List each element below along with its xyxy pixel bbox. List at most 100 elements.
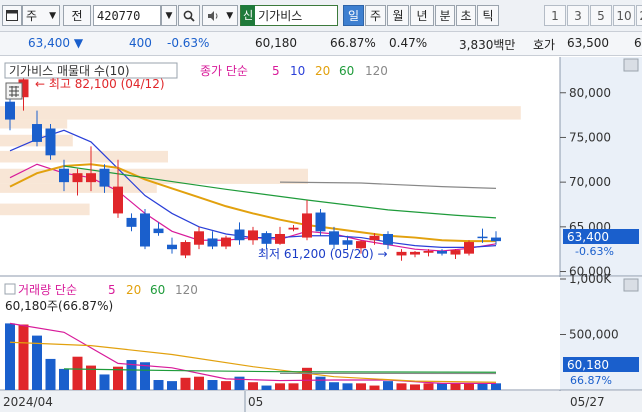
volume-panel-checkbox[interactable]	[5, 284, 15, 294]
period-button[interactable]: 분	[435, 5, 455, 26]
volume-ratio: 66.87%	[330, 36, 376, 50]
volume-bar	[437, 383, 447, 390]
panel-menu-button[interactable]	[624, 59, 638, 71]
price-change: 400	[129, 36, 152, 50]
volume-ma-legend-item: 20	[126, 283, 141, 297]
code-prefix-button[interactable]: 전	[63, 5, 91, 26]
period-button[interactable]: 일	[343, 5, 364, 26]
last-price-label: 63,400	[567, 230, 609, 244]
volume-bar	[154, 380, 164, 390]
volume-bar	[302, 368, 312, 390]
quote-info-bar: 63,400 ▼ 400 -0.63% 60,180 66.87% 0.47% …	[0, 32, 642, 56]
last-change-label: -0.63%	[575, 245, 614, 258]
quote-label: 호가	[533, 36, 555, 53]
volume-bar	[5, 323, 15, 390]
ma-title: 종가 단순	[200, 64, 248, 78]
y-tick-label: 70,000	[569, 175, 611, 189]
last-volume-label: 60,180	[567, 358, 609, 372]
candle	[46, 124, 56, 160]
volume-info: 60,180주(66.87%)	[5, 299, 113, 313]
toolbar: 주 ▼ 전 420770 ▼ ▼ 신 기가비스 일주월년분초틱1351020	[0, 0, 642, 32]
volume-bar	[410, 384, 420, 390]
volume-bar	[181, 378, 191, 390]
quote-value: 63,500	[567, 36, 609, 50]
search-button[interactable]	[178, 5, 200, 26]
new-listing-badge: 신	[241, 5, 255, 26]
last-ratio-label: 66.87%	[570, 374, 612, 387]
volume-bar	[451, 383, 461, 390]
ma-legend-item: 120	[365, 64, 388, 78]
low-annotation: 최저 61,200 (05/20) →	[258, 247, 388, 261]
speaker-icon	[207, 10, 219, 22]
stock-name-field[interactable]: 신 기가비스	[240, 5, 338, 26]
volume-bar	[19, 325, 29, 390]
window-icon[interactable]	[2, 5, 22, 26]
ma-legend-item: 60	[339, 64, 354, 78]
volume-bar	[46, 359, 56, 390]
interval-button[interactable]: 1	[544, 5, 566, 26]
volume-bar	[383, 381, 393, 390]
volume-profile-bar	[0, 204, 90, 216]
volume-profile-bar	[0, 106, 521, 119]
volume-bar	[491, 383, 501, 390]
volume-bar	[59, 369, 69, 390]
period-button[interactable]: 초	[456, 5, 476, 26]
volume-bar	[370, 386, 380, 390]
period-button[interactable]: 월	[387, 5, 409, 26]
date-label-april: 2024/04	[3, 395, 53, 409]
volume-profile-bar	[0, 184, 157, 193]
interval-button[interactable]: 3	[567, 5, 589, 26]
volume-bar	[464, 384, 474, 390]
volume-ma-legend-item: 60	[150, 283, 165, 297]
date-label-may: 05	[248, 395, 263, 409]
chart-area[interactable]: 80,00075,00070,00065,00060,000 1,000K500…	[0, 57, 642, 412]
volume-bar	[248, 382, 258, 390]
y-tick-label: 75,000	[569, 130, 611, 144]
stock-name: 기가비스	[258, 7, 302, 24]
volume-panel-menu-button[interactable]	[624, 279, 638, 291]
change-rate: -0.63%	[167, 36, 209, 50]
volume-y-tick-label: 500,000	[569, 328, 619, 342]
chevron-down-icon: ▼	[49, 11, 56, 21]
candle	[140, 209, 150, 249]
down-arrow-icon: ▼	[74, 36, 83, 50]
volume-bar	[478, 383, 488, 390]
volume-bar	[329, 382, 339, 390]
volume-bar	[275, 383, 285, 390]
quote-trailing: 6	[634, 36, 642, 50]
volume-bar	[208, 380, 218, 390]
interval-button[interactable]: 5	[590, 5, 612, 26]
chart-type-select[interactable]: 주 ▼	[22, 5, 60, 26]
volume-ma-legend-item: 5	[108, 283, 116, 297]
candle	[464, 240, 474, 255]
ma-legend-item: 5	[272, 64, 280, 78]
volume-ma-legend-item: 120	[175, 283, 198, 297]
ma-legend-item: 20	[315, 64, 330, 78]
volume-value: 60,180	[255, 36, 297, 50]
code-dropdown-button[interactable]: ▼	[161, 5, 177, 26]
interval-button[interactable]: 20	[636, 5, 642, 26]
volume-bar	[194, 377, 204, 390]
current-price: 63,400 ▼	[28, 36, 83, 50]
period-button[interactable]: 틱	[477, 5, 499, 26]
volume-y-tick-label: 1,000K	[569, 272, 612, 286]
code-prefix-label: 전	[71, 7, 82, 24]
current-price-value: 63,400	[28, 36, 70, 50]
chevron-down-icon: ▼	[166, 11, 173, 21]
volume-bar	[356, 383, 366, 390]
search-icon	[183, 10, 195, 22]
candle	[181, 240, 191, 258]
period-button[interactable]: 주	[365, 5, 386, 26]
date-label-last: 05/27	[570, 395, 605, 409]
chart-type-label: 주	[26, 7, 37, 24]
stock-code-input[interactable]: 420770	[93, 5, 161, 26]
interval-button[interactable]: 10	[613, 5, 635, 26]
grid-icon[interactable]	[6, 83, 22, 99]
volume-bar	[397, 383, 407, 390]
volume-bar	[167, 381, 177, 390]
volume-bar	[343, 383, 353, 390]
period-button[interactable]: 년	[410, 5, 434, 26]
volume-panel-title: 거래량 단순	[18, 283, 77, 297]
speaker-menu-button[interactable]: ▼	[202, 5, 238, 26]
volume-bar	[424, 383, 434, 390]
